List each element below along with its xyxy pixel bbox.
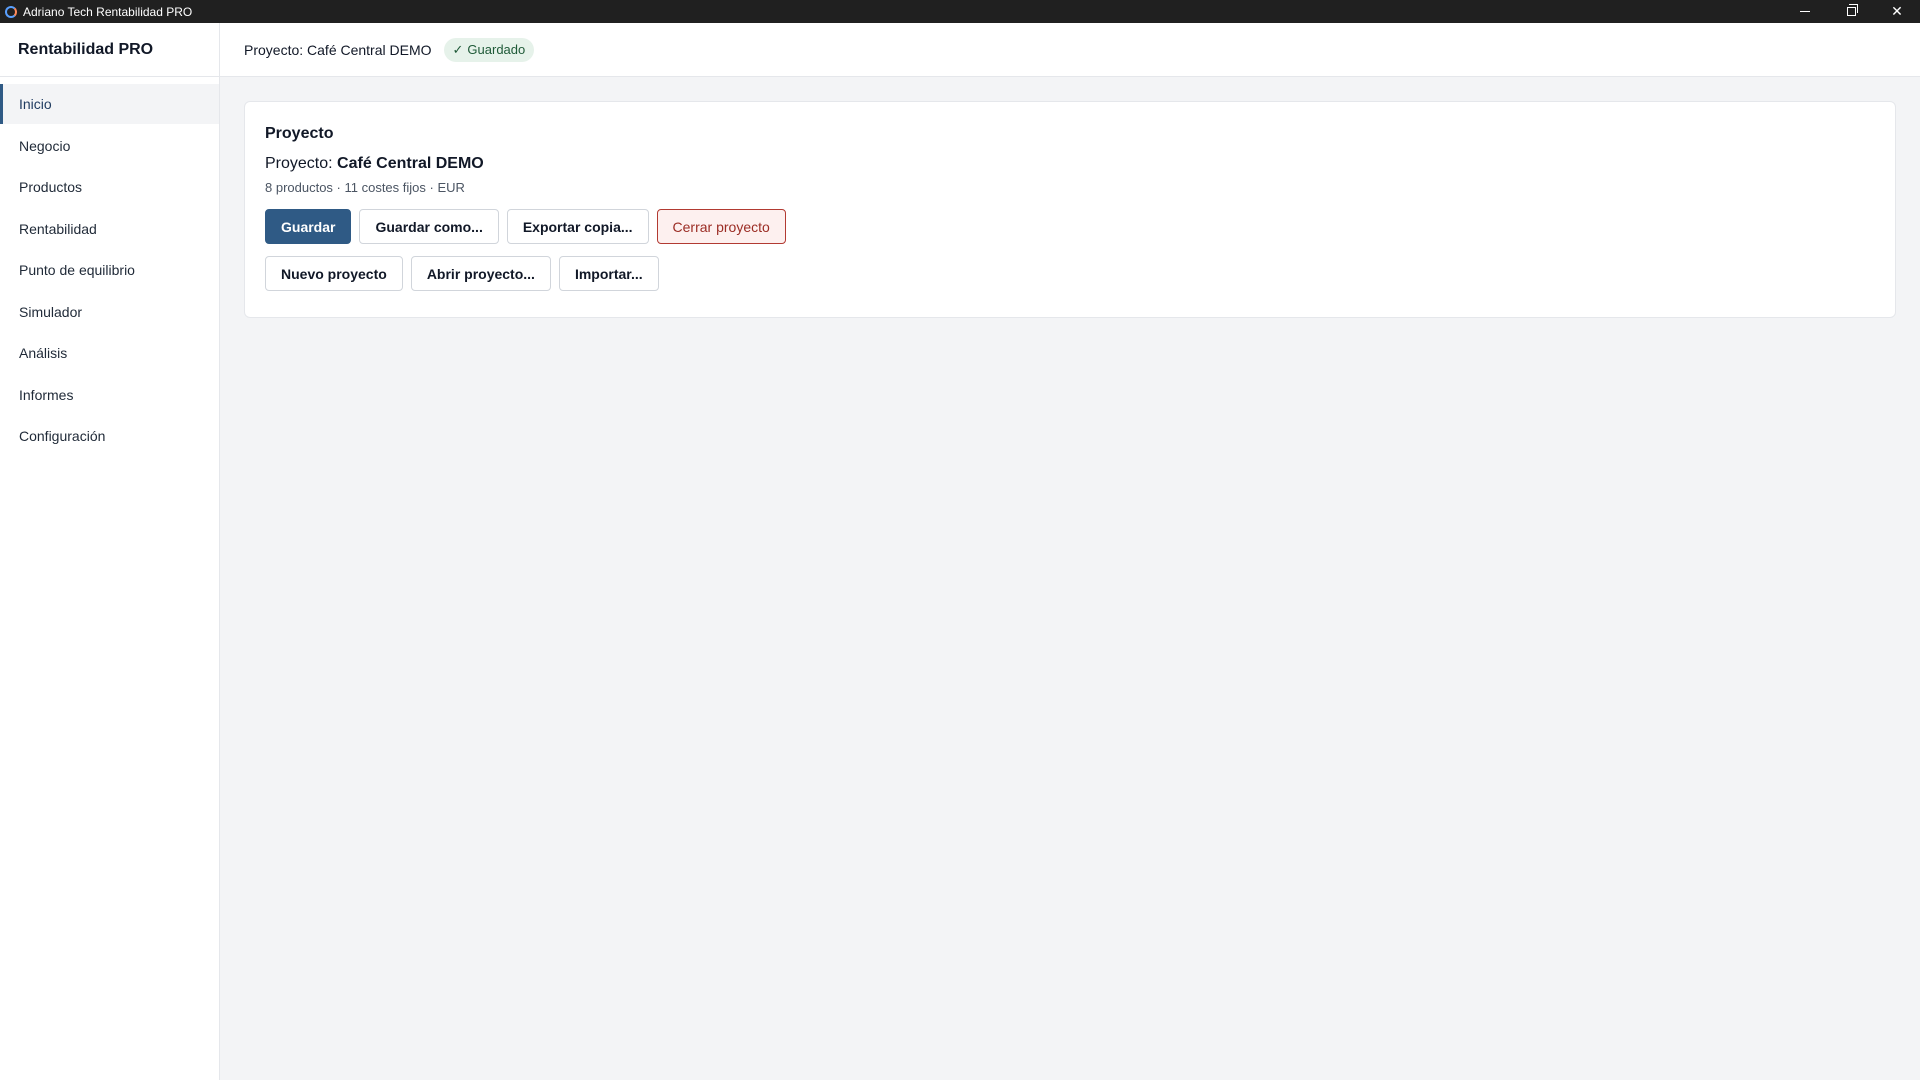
header-project-name: Proyecto: Café Central DEMO — [244, 41, 432, 58]
open-project-button[interactable]: Abrir proyecto... — [410, 256, 551, 291]
top-header: Proyecto: Café Central DEMO ✓ Guardado — [220, 23, 1920, 77]
sidebar: Rentabilidad PRO Inicio Negocio Producto… — [0, 23, 220, 1080]
check-icon: ✓ — [452, 41, 464, 57]
status-badge: ✓ Guardado — [443, 37, 535, 62]
window-title: Adriano Tech Rentabilidad PRO — [23, 4, 193, 19]
project-meta: 8 productos · 11 costes fijos · EUR — [265, 180, 465, 195]
app-brand: Rentabilidad PRO — [0, 23, 219, 77]
restore-icon — [1846, 4, 1858, 16]
secondary-actions: Nuevo proyecto Abrir proyecto... Importa… — [265, 256, 1875, 291]
save-as-button[interactable]: Guardar como... — [359, 209, 499, 244]
app-logo-icon — [5, 5, 17, 18]
sidebar-item-negocio[interactable]: Negocio — [0, 126, 219, 166]
sidebar-item-simulador[interactable]: Simulador — [0, 292, 219, 332]
project-line: Proyecto: Café Central DEMO — [265, 155, 1875, 173]
sidebar-item-configuracion[interactable]: Configuración — [0, 416, 219, 456]
sidebar-item-productos[interactable]: Productos — [0, 167, 219, 207]
sidebar-item-informes[interactable]: Informes — [0, 375, 219, 415]
minimize-button[interactable] — [1782, 0, 1828, 23]
new-project-button[interactable]: Nuevo proyecto — [265, 256, 403, 291]
project-name: Café Central DEMO — [337, 155, 484, 172]
status-text: Guardado — [467, 42, 526, 57]
sidebar-item-rentabilidad[interactable]: Rentabilidad — [0, 209, 219, 249]
restore-button[interactable] — [1828, 0, 1874, 23]
save-button[interactable]: Guardar — [265, 209, 352, 244]
primary-actions: Guardar Guardar como... Exportar copia..… — [265, 209, 1875, 244]
sidebar-item-analisis[interactable]: Análisis — [0, 333, 219, 373]
window-titlebar: Adriano Tech Rentabilidad PRO ✕ — [0, 0, 1920, 23]
window-controls: ✕ — [1782, 0, 1920, 23]
close-window-button[interactable]: ✕ — [1874, 0, 1920, 23]
project-prefix: Proyecto: — [265, 155, 338, 172]
project-card: Proyecto Proyecto: Café Central DEMO 8 p… — [244, 101, 1896, 318]
minimize-icon — [1800, 11, 1810, 12]
close-icon: ✕ — [1891, 3, 1903, 19]
sidebar-item-inicio[interactable]: Inicio — [0, 84, 219, 124]
card-title: Proyecto — [265, 125, 334, 142]
sidebar-nav: Inicio Negocio Productos Rentabilidad Pu… — [0, 84, 219, 456]
close-project-button[interactable]: Cerrar proyecto — [656, 209, 786, 244]
sidebar-item-punto-de-equilibrio[interactable]: Punto de equilibrio — [0, 250, 219, 290]
export-copy-button[interactable]: Exportar copia... — [506, 209, 649, 244]
import-button[interactable]: Importar... — [558, 256, 659, 291]
